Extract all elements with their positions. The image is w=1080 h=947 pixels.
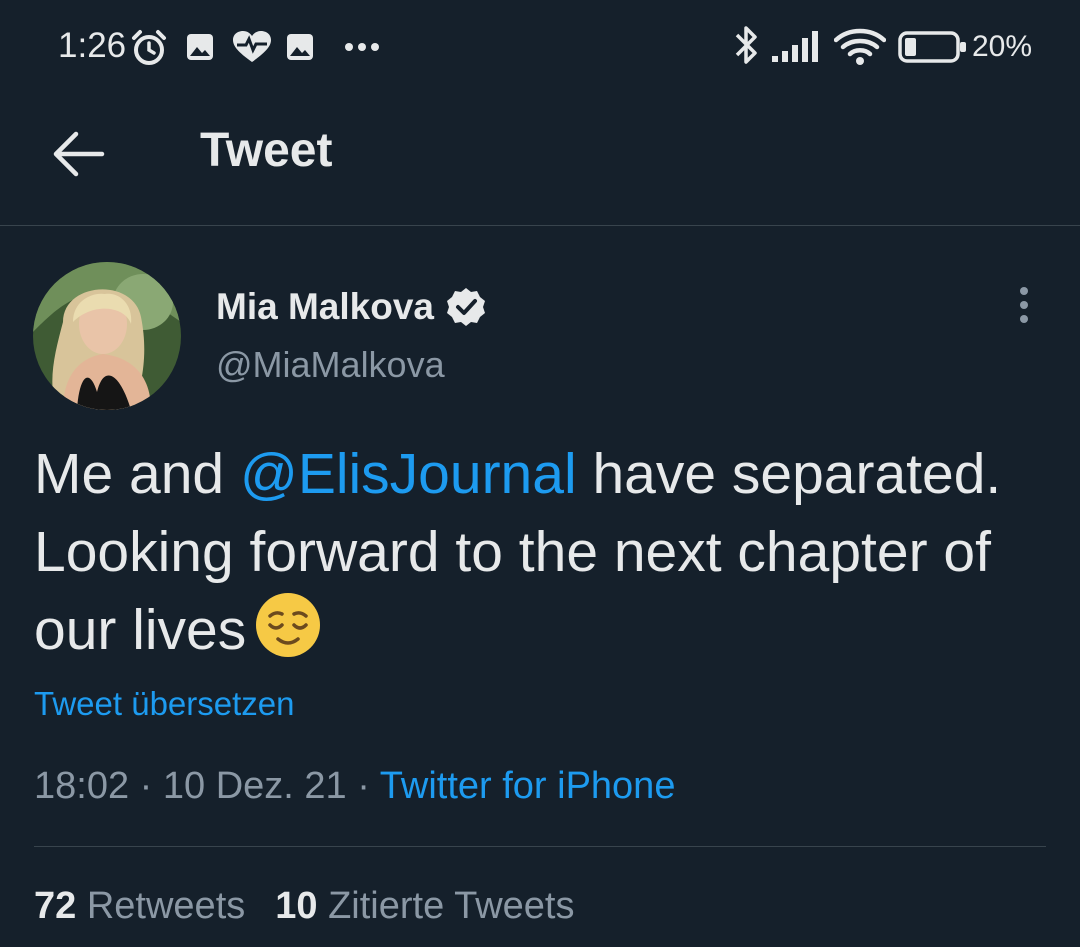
author-name[interactable]: Mia Malkova xyxy=(216,286,434,328)
status-time: 1:26 xyxy=(58,26,127,65)
divider xyxy=(34,846,1046,847)
quotes-label: Zitierte Tweets xyxy=(328,885,575,927)
alarm-icon xyxy=(132,30,166,65)
meta-separator: · xyxy=(129,765,163,807)
more-dots-icon xyxy=(345,43,379,51)
retweets-stat[interactable]: 72 Retweets xyxy=(34,885,245,927)
retweets-label: Retweets xyxy=(86,885,246,927)
tweet-stats: 72 Retweets 10 Zitierte Tweets xyxy=(34,885,574,928)
heart-pulse-icon xyxy=(233,31,271,62)
page-title: Tweet xyxy=(200,124,333,177)
more-options-icon[interactable] xyxy=(1012,285,1036,325)
bluetooth-icon xyxy=(735,26,757,64)
meta-separator: · xyxy=(346,765,380,807)
relieved-face-emoji-icon xyxy=(256,593,321,657)
tweet-meta: 18:02 · 10 Dez. 21 · Twitter for iPhone xyxy=(34,765,675,808)
tweet-source-link[interactable]: Twitter for iPhone xyxy=(380,765,676,807)
author-handle[interactable]: @MiaMalkova xyxy=(216,344,445,386)
quote-tweets-stat[interactable]: 10 Zitierte Tweets xyxy=(275,885,574,927)
retweets-count: 72 xyxy=(34,885,77,927)
signal-icon xyxy=(772,31,818,62)
image-icon xyxy=(287,34,313,60)
battery-icon xyxy=(898,31,966,63)
tweet-text: Me and @ElisJournal have separated. Look… xyxy=(34,435,1044,669)
battery-percent: 20% xyxy=(972,30,1033,63)
avatar[interactable] xyxy=(33,262,181,410)
quotes-count: 10 xyxy=(275,885,318,927)
top-bar: Tweet xyxy=(0,95,1080,226)
back-arrow-icon[interactable] xyxy=(50,129,106,179)
status-bar: 1:26 20% xyxy=(0,0,1080,95)
tweet-time: 18:02 xyxy=(34,765,130,807)
tweet-date: 10 Dez. 21 xyxy=(162,765,347,807)
verified-badge-icon xyxy=(446,288,485,326)
author-name-row[interactable]: Mia Malkova xyxy=(216,282,486,332)
tweet-text-start: Me and xyxy=(34,442,240,506)
translate-tweet-link[interactable]: Tweet übersetzen xyxy=(34,685,295,723)
image-icon xyxy=(187,34,213,60)
wifi-icon xyxy=(834,28,886,65)
mention-link[interactable]: @ElisJournal xyxy=(240,442,577,506)
